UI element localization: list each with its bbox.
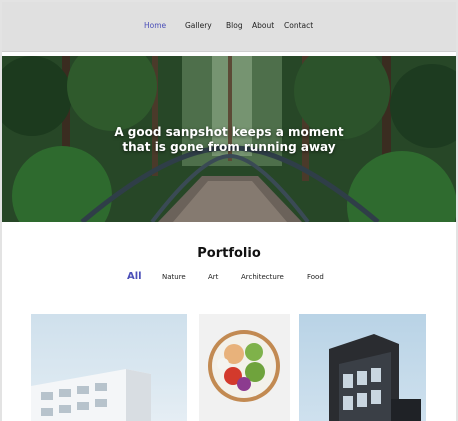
food-bowl-image: [208, 330, 280, 402]
hero-headline: A good sanpshot keeps a moment that is g…: [2, 125, 456, 155]
portfolio-title: Portfolio: [197, 246, 261, 261]
filter-architecture[interactable]: Architecture: [241, 273, 284, 281]
page: Home Gallery Blog About Contact A good s…: [2, 2, 456, 421]
portfolio-card-food[interactable]: [199, 314, 290, 421]
nav-blog[interactable]: Blog: [226, 21, 243, 30]
filter-art[interactable]: Art: [208, 273, 218, 281]
nav-contact[interactable]: Contact: [284, 21, 313, 30]
filter-all[interactable]: All: [127, 271, 142, 282]
nav-gallery[interactable]: Gallery: [185, 21, 212, 30]
nav-home[interactable]: Home: [144, 21, 166, 30]
top-navigation: Home Gallery Blog About Contact: [2, 2, 456, 52]
nav-about[interactable]: About: [252, 21, 274, 30]
hero-banner: A good sanpshot keeps a moment that is g…: [2, 56, 456, 222]
filter-nature[interactable]: Nature: [162, 273, 186, 281]
white-building-image: [31, 369, 151, 421]
portfolio-card-architecture[interactable]: [299, 314, 426, 421]
filter-food[interactable]: Food: [307, 273, 324, 281]
portfolio-card-building[interactable]: [31, 314, 187, 421]
portfolio-filters: All Nature Art Architecture Food: [2, 271, 456, 289]
modern-building-image: [329, 334, 421, 421]
hero-line-2: that is gone from running away: [122, 140, 336, 154]
hero-line-1: A good sanpshot keeps a moment: [114, 125, 344, 139]
